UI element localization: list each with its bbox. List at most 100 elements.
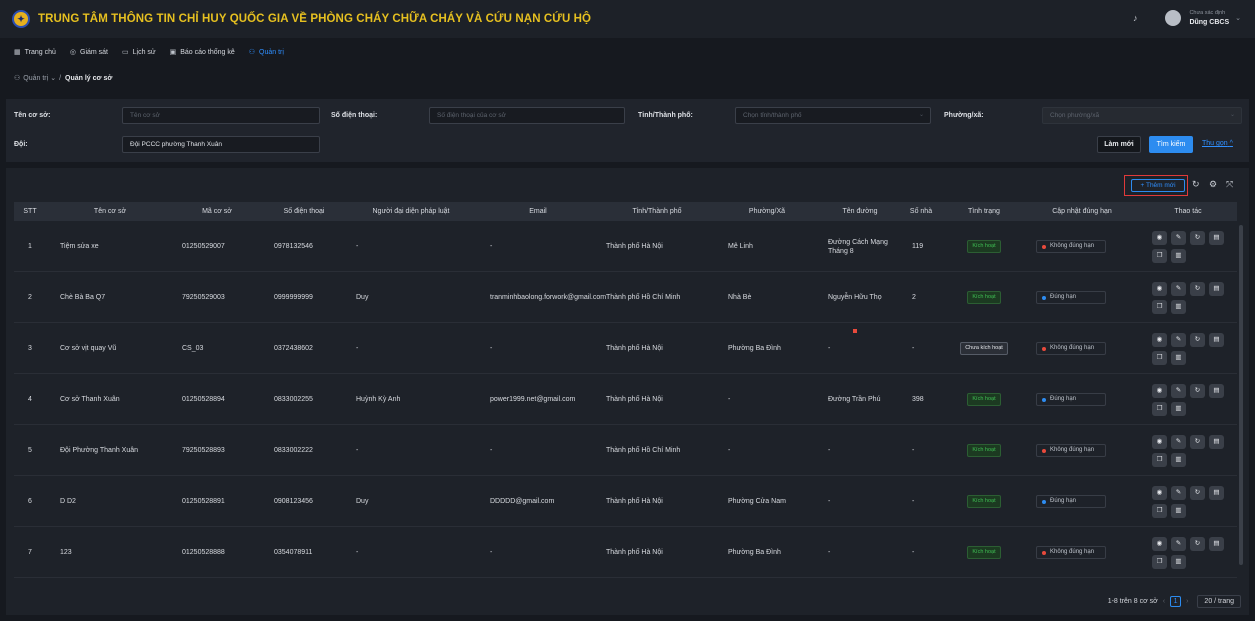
chevron-right-icon[interactable]: › xyxy=(1186,598,1188,605)
cell-stt: 5 xyxy=(28,447,32,454)
print-icon[interactable]: ▤ xyxy=(1209,485,1224,500)
chevron-down-icon[interactable]: ⌄ xyxy=(1235,14,1241,22)
col-phone: Số điện thoại xyxy=(283,208,325,215)
user-area[interactable]: ♪ Chưa xác định Dũng CBCS ⌄ xyxy=(1133,9,1241,27)
delete-icon[interactable]: ▥ xyxy=(1171,503,1186,518)
edit-icon[interactable]: ✎ xyxy=(1171,434,1186,449)
edit-icon[interactable]: ✎ xyxy=(1171,383,1186,398)
add-button[interactable]: + Thêm mới xyxy=(1131,179,1185,192)
cell-due: Không đúng hạn xyxy=(1036,323,1136,374)
collapse-link[interactable]: Thu gọn ^ xyxy=(1202,140,1233,147)
refresh-icon[interactable]: ↻ xyxy=(1190,434,1205,449)
view-icon[interactable]: ◉ xyxy=(1152,332,1167,347)
team-input[interactable]: Đội PCCC phường Thanh Xuân xyxy=(122,136,320,153)
refresh-icon[interactable]: ↻ xyxy=(1190,383,1205,398)
copy-icon[interactable]: ❐ xyxy=(1152,554,1167,569)
edit-icon[interactable]: ✎ xyxy=(1171,230,1186,245)
cell-actions: ◉ ✎ ↻ ▤ ❐ ▥ xyxy=(1152,221,1236,272)
cell-name: Chè Bà Ba Q7 xyxy=(60,294,106,301)
fullscreen-icon[interactable]: ⤧ xyxy=(1226,179,1233,190)
filter-panel: Tên cơ sở: Tên cơ sở Số điện thoại: Số đ… xyxy=(6,99,1249,162)
refresh-icon[interactable]: ↻ xyxy=(1190,281,1205,296)
refresh-icon[interactable]: ↻ xyxy=(1190,332,1205,347)
nav-item-admin[interactable]: ⚇ Quản trị xyxy=(249,48,284,57)
action-group: ◉ ✎ ↻ ▤ ❐ ▥ xyxy=(1152,485,1224,518)
status-badge: Kích hoạt xyxy=(967,495,1001,508)
gear-icon[interactable]: ⚙ xyxy=(1209,179,1217,190)
table-row[interactable]: 6 D D2 01250528891 0908123456 Duy DDDDD@gmail… xyxy=(14,476,1237,527)
user-info[interactable]: Chưa xác định Dũng CBCS xyxy=(1189,9,1229,27)
print-icon[interactable]: ▤ xyxy=(1209,230,1224,245)
col-code: Mã cơ sở xyxy=(202,208,232,215)
cell-house: - xyxy=(912,447,915,454)
delete-icon[interactable]: ▥ xyxy=(1171,248,1186,263)
nav-item-monitor[interactable]: ◎ Giám sát xyxy=(70,48,109,57)
bell-icon[interactable]: ♪ xyxy=(1133,13,1138,23)
view-icon[interactable]: ◉ xyxy=(1152,434,1167,449)
table-row[interactable]: 7 123 01250528888 0354078911 - - Thành phố Hà … xyxy=(14,527,1237,578)
view-icon[interactable]: ◉ xyxy=(1152,485,1167,500)
col-email: Email xyxy=(529,208,547,215)
print-icon[interactable]: ▤ xyxy=(1209,332,1224,347)
edit-icon[interactable]: ✎ xyxy=(1171,536,1186,551)
refresh-icon[interactable]: ↻ xyxy=(1190,485,1205,500)
copy-icon[interactable]: ❐ xyxy=(1152,452,1167,467)
delete-icon[interactable]: ▥ xyxy=(1171,350,1186,365)
cell-name: Tiệm sửa xe xyxy=(60,243,99,250)
cell-status: Chưa kích hoạt xyxy=(944,323,1024,374)
print-icon[interactable]: ▤ xyxy=(1209,434,1224,449)
edit-icon[interactable]: ✎ xyxy=(1171,332,1186,347)
delete-icon[interactable]: ▥ xyxy=(1171,452,1186,467)
vertical-scrollbar[interactable] xyxy=(1239,225,1243,565)
view-icon[interactable]: ◉ xyxy=(1152,383,1167,398)
table-row[interactable]: 1 Tiệm sửa xe 01250529007 0978132546 - - Thành… xyxy=(14,221,1237,272)
reset-button[interactable]: Làm mới xyxy=(1097,136,1141,153)
refresh-icon[interactable]: ↻ xyxy=(1190,230,1205,245)
cell-status: Kích hoạt xyxy=(944,527,1024,578)
cell-actions: ◉ ✎ ↻ ▤ ❐ ▥ xyxy=(1152,425,1236,476)
print-icon[interactable]: ▤ xyxy=(1209,536,1224,551)
copy-icon[interactable]: ❐ xyxy=(1152,401,1167,416)
reload-icon[interactable]: ↻ xyxy=(1192,179,1200,190)
refresh-icon[interactable]: ↻ xyxy=(1190,536,1205,551)
copy-icon[interactable]: ❐ xyxy=(1152,350,1167,365)
copy-icon[interactable]: ❐ xyxy=(1152,248,1167,263)
breadcrumb-parent[interactable]: Quản trị xyxy=(23,75,48,82)
view-icon[interactable]: ◉ xyxy=(1152,230,1167,245)
cell-province: Thành phố Hà Nội xyxy=(606,549,663,556)
province-select[interactable]: Chọn tỉnh/thành phố ⌄ xyxy=(735,107,931,124)
cell-house: - xyxy=(912,345,915,352)
view-icon[interactable]: ◉ xyxy=(1152,281,1167,296)
nav-label: Giám sát xyxy=(80,48,109,56)
cell-rep: - xyxy=(356,243,359,250)
nav-item-home[interactable]: ▦ Trang chủ xyxy=(14,48,56,57)
avatar[interactable] xyxy=(1165,10,1182,26)
search-button[interactable]: Tìm kiếm xyxy=(1149,136,1193,153)
table-row[interactable]: 5 Đội Phường Thanh Xuân 79250528893 0833002… xyxy=(14,425,1237,476)
cell-code: 01250528894 xyxy=(182,396,225,403)
cell-street: - xyxy=(828,549,831,556)
table-row[interactable]: 2 Chè Bà Ba Q7 79250529003 0999999999 Duy tra… xyxy=(14,272,1237,323)
chevron-left-icon[interactable]: ‹ xyxy=(1163,598,1165,605)
print-icon[interactable]: ▤ xyxy=(1209,383,1224,398)
cell-actions: ◉ ✎ ↻ ▤ ❐ ▥ xyxy=(1152,476,1236,527)
table-row[interactable]: 3 Cơ sở vịt quay Vũ CS_03 0372438602 - - Thành… xyxy=(14,323,1237,374)
nav-item-history[interactable]: ▭ Lịch sử xyxy=(122,48,156,57)
print-icon[interactable]: ▤ xyxy=(1209,281,1224,296)
name-input[interactable]: Tên cơ sở xyxy=(122,107,320,124)
table-row[interactable]: 4 Cơ sở Thanh Xuân 01250528894 0833002255 Hu… xyxy=(14,374,1237,425)
page-1[interactable]: 1 xyxy=(1170,596,1182,607)
nav-item-reports[interactable]: ▣ Báo cáo thống kê xyxy=(170,48,235,57)
nav-label: Quản trị xyxy=(259,48,284,56)
edit-icon[interactable]: ✎ xyxy=(1171,281,1186,296)
copy-icon[interactable]: ❐ xyxy=(1152,503,1167,518)
page-size-select[interactable]: 20 / trang xyxy=(1197,595,1241,608)
delete-icon[interactable]: ▥ xyxy=(1171,299,1186,314)
view-icon[interactable]: ◉ xyxy=(1152,536,1167,551)
edit-icon[interactable]: ✎ xyxy=(1171,485,1186,500)
copy-icon[interactable]: ❐ xyxy=(1152,299,1167,314)
delete-icon[interactable]: ▥ xyxy=(1171,401,1186,416)
chevron-down-icon[interactable]: ⌄ xyxy=(50,74,56,82)
delete-icon[interactable]: ▥ xyxy=(1171,554,1186,569)
phone-input[interactable]: Số điện thoại của cơ sở xyxy=(429,107,625,124)
